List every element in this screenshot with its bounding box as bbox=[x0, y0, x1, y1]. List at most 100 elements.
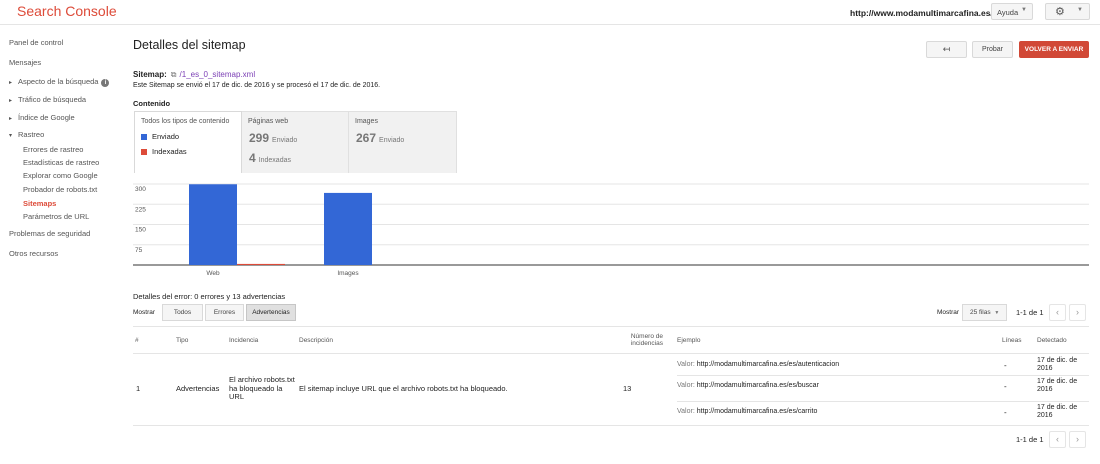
row-count: 13 bbox=[623, 384, 632, 393]
sidebar-item-label: Panel de control bbox=[9, 38, 64, 47]
back-button[interactable]: ↤ bbox=[926, 41, 967, 58]
sidebar-item-messages[interactable]: Mensajes bbox=[9, 58, 41, 67]
row-lines: - bbox=[1004, 382, 1007, 391]
sitemap-label: Sitemap: bbox=[133, 70, 167, 79]
sidebar-item-url-parameters[interactable]: Parámetros de URL bbox=[23, 212, 89, 221]
back-arrow-icon: ↤ bbox=[942, 44, 951, 54]
page-title: Detalles del sitemap bbox=[133, 38, 246, 52]
chevron-right-icon: ▸ bbox=[9, 116, 13, 122]
example-row[interactable]: Valor: http://modamultimarcafina.es/es/c… bbox=[677, 408, 817, 415]
sidebar-item-crawl[interactable]: ▾ Rastreo bbox=[9, 130, 44, 139]
legend-label: Enviado bbox=[152, 132, 180, 141]
sidebar-item-label: Índice de Google bbox=[18, 113, 75, 122]
sidebar-item-search-appearance[interactable]: ▸ Aspecto de la búsqueda i bbox=[9, 77, 110, 87]
legend-sent: Enviado bbox=[141, 132, 179, 141]
bar-enviado-web bbox=[189, 184, 237, 265]
row-num: 1 bbox=[136, 384, 141, 393]
col-header-lines: Líneas bbox=[1002, 337, 1022, 344]
col-header-issue: Incidencia bbox=[229, 337, 259, 344]
sidebar-item-fetch-as-google[interactable]: Explorar como Google bbox=[23, 171, 98, 180]
show-label: Mostrar bbox=[133, 309, 156, 316]
sidebar-item-search-traffic[interactable]: ▸ Tráfico de búsqueda bbox=[9, 95, 86, 104]
next-page-button-bottom[interactable]: › bbox=[1069, 431, 1086, 448]
pagination-info-bottom: 1-1 de 1 bbox=[1016, 435, 1044, 444]
row-detected: 17 de dic. de 2016 bbox=[1037, 378, 1078, 393]
divider bbox=[677, 375, 1089, 376]
help-label: Ayuda bbox=[997, 8, 1019, 17]
sidebar-item-label: Tráfico de búsqueda bbox=[18, 95, 87, 104]
prev-page-button[interactable]: ‹ bbox=[1049, 304, 1066, 321]
test-button[interactable]: Probar bbox=[972, 41, 1013, 58]
bar-indexadas-web bbox=[237, 263, 285, 265]
info-icon[interactable]: i bbox=[101, 79, 110, 87]
row-detected: 17 de dic. de 2016 bbox=[1037, 357, 1078, 372]
tab-web-pages[interactable]: Páginas web 299 Enviado 4 Indexadas bbox=[242, 111, 349, 173]
example-prefix: Valor: bbox=[677, 361, 695, 368]
stat-label: Enviado bbox=[379, 137, 405, 144]
sitemap-line: Sitemap: ⧉/1_es_0_sitemap.xml bbox=[133, 70, 255, 80]
sidebar-item-dashboard[interactable]: Panel de control bbox=[9, 38, 63, 47]
tab-images[interactable]: Images 267 Enviado bbox=[349, 111, 457, 173]
col-header-example: Ejemplo bbox=[677, 337, 701, 344]
external-link-icon[interactable]: ⧉ bbox=[171, 70, 177, 79]
filter-errors-button[interactable]: Errores bbox=[205, 304, 244, 321]
web-sent-stat: 299 Enviado bbox=[249, 131, 297, 145]
help-button[interactable]: Ayuda ▼ bbox=[991, 3, 1033, 20]
x-tick-label: Images bbox=[337, 270, 359, 277]
sidebar-item-google-index[interactable]: ▸ Índice de Google bbox=[9, 113, 75, 122]
chevron-down-icon: ▾ bbox=[9, 133, 13, 139]
legend-swatch bbox=[141, 149, 147, 156]
legend-swatch bbox=[141, 134, 147, 141]
sidebar-item-other-resources[interactable]: Otros recursos bbox=[9, 249, 58, 258]
legend-label: Indexadas bbox=[152, 147, 187, 156]
sidebar-item-label: Aspecto de la búsqueda bbox=[18, 77, 99, 86]
sidebar-item-label: Rastreo bbox=[18, 130, 45, 139]
col-header-detected: Detectado bbox=[1037, 337, 1067, 344]
tab-all-content[interactable]: Todos los tipos de contenido Enviado Ind… bbox=[134, 111, 242, 173]
col-header-count: Número de incidencias bbox=[630, 333, 663, 347]
filter-all-button[interactable]: Todos bbox=[162, 304, 203, 321]
tab-title: Todos los tipos de contenido bbox=[141, 118, 230, 125]
example-row[interactable]: Valor: http://modamultimarcafina.es/es/b… bbox=[677, 382, 819, 389]
example-url[interactable]: http://modamultimarcafina.es/es/buscar bbox=[697, 382, 819, 389]
example-row[interactable]: Valor: http://modamultimarcafina.es/es/a… bbox=[677, 361, 839, 368]
filter-warnings-button[interactable]: Advertencias bbox=[246, 304, 296, 321]
content-label: Contenido bbox=[133, 99, 171, 108]
web-indexed-stat: 4 Indexadas bbox=[249, 151, 291, 165]
prev-page-button-bottom[interactable]: ‹ bbox=[1049, 431, 1066, 448]
legend-indexed: Indexadas bbox=[141, 147, 187, 156]
settings-button[interactable]: ⚙ ▼ bbox=[1045, 3, 1090, 20]
app-logo[interactable]: Search Console bbox=[17, 3, 117, 19]
rows-per-page-select[interactable]: 25 filas ▼ bbox=[962, 304, 1007, 321]
resubmit-button[interactable]: VOLVER A ENVIAR bbox=[1019, 41, 1089, 58]
sidebar-item-label: Mensajes bbox=[9, 58, 42, 67]
x-tick-label: Web bbox=[206, 270, 220, 277]
divider bbox=[677, 401, 1089, 402]
y-tick-label: 150 bbox=[135, 227, 146, 234]
example-url[interactable]: http://modamultimarcafina.es/es/autentic… bbox=[697, 361, 839, 368]
tab-title: Páginas web bbox=[248, 118, 289, 125]
rows-label: Mostrar bbox=[937, 309, 960, 316]
sidebar-item-crawl-stats[interactable]: Estadísticas de rastreo bbox=[23, 158, 99, 167]
sidebar-item-sitemaps[interactable]: Sitemaps bbox=[23, 199, 56, 208]
gear-icon: ⚙ bbox=[1055, 6, 1065, 18]
site-url: http://www.modamultimarcafina.es/ bbox=[850, 8, 993, 18]
chevron-down-icon: ▼ bbox=[1077, 7, 1083, 13]
error-details-title: Detalles del error: 0 errores y 13 adver… bbox=[133, 292, 286, 301]
divider bbox=[133, 425, 1089, 426]
next-page-button[interactable]: › bbox=[1069, 304, 1086, 321]
rows-value: 25 filas bbox=[970, 309, 991, 316]
divider bbox=[133, 353, 1089, 354]
y-tick-label: 225 bbox=[135, 206, 146, 213]
sitemap-link[interactable]: /1_es_0_sitemap.xml bbox=[180, 70, 256, 79]
sidebar-item-security-issues[interactable]: Problemas de seguridad bbox=[9, 229, 90, 238]
sitemap-bar-chart: 300 225 150 75 Web Images bbox=[133, 183, 1089, 277]
divider bbox=[133, 326, 1089, 327]
col-header-num: # bbox=[135, 337, 139, 344]
bar-enviado-images bbox=[324, 192, 372, 265]
sidebar-item-robots-tester[interactable]: Probador de robots.txt bbox=[23, 185, 97, 194]
example-url[interactable]: http://modamultimarcafina.es/es/carrito bbox=[697, 408, 818, 415]
chevron-down-icon: ▼ bbox=[994, 310, 1000, 316]
pagination-info: 1-1 de 1 bbox=[1016, 308, 1044, 317]
sidebar-item-crawl-errors[interactable]: Errores de rastreo bbox=[23, 145, 83, 154]
